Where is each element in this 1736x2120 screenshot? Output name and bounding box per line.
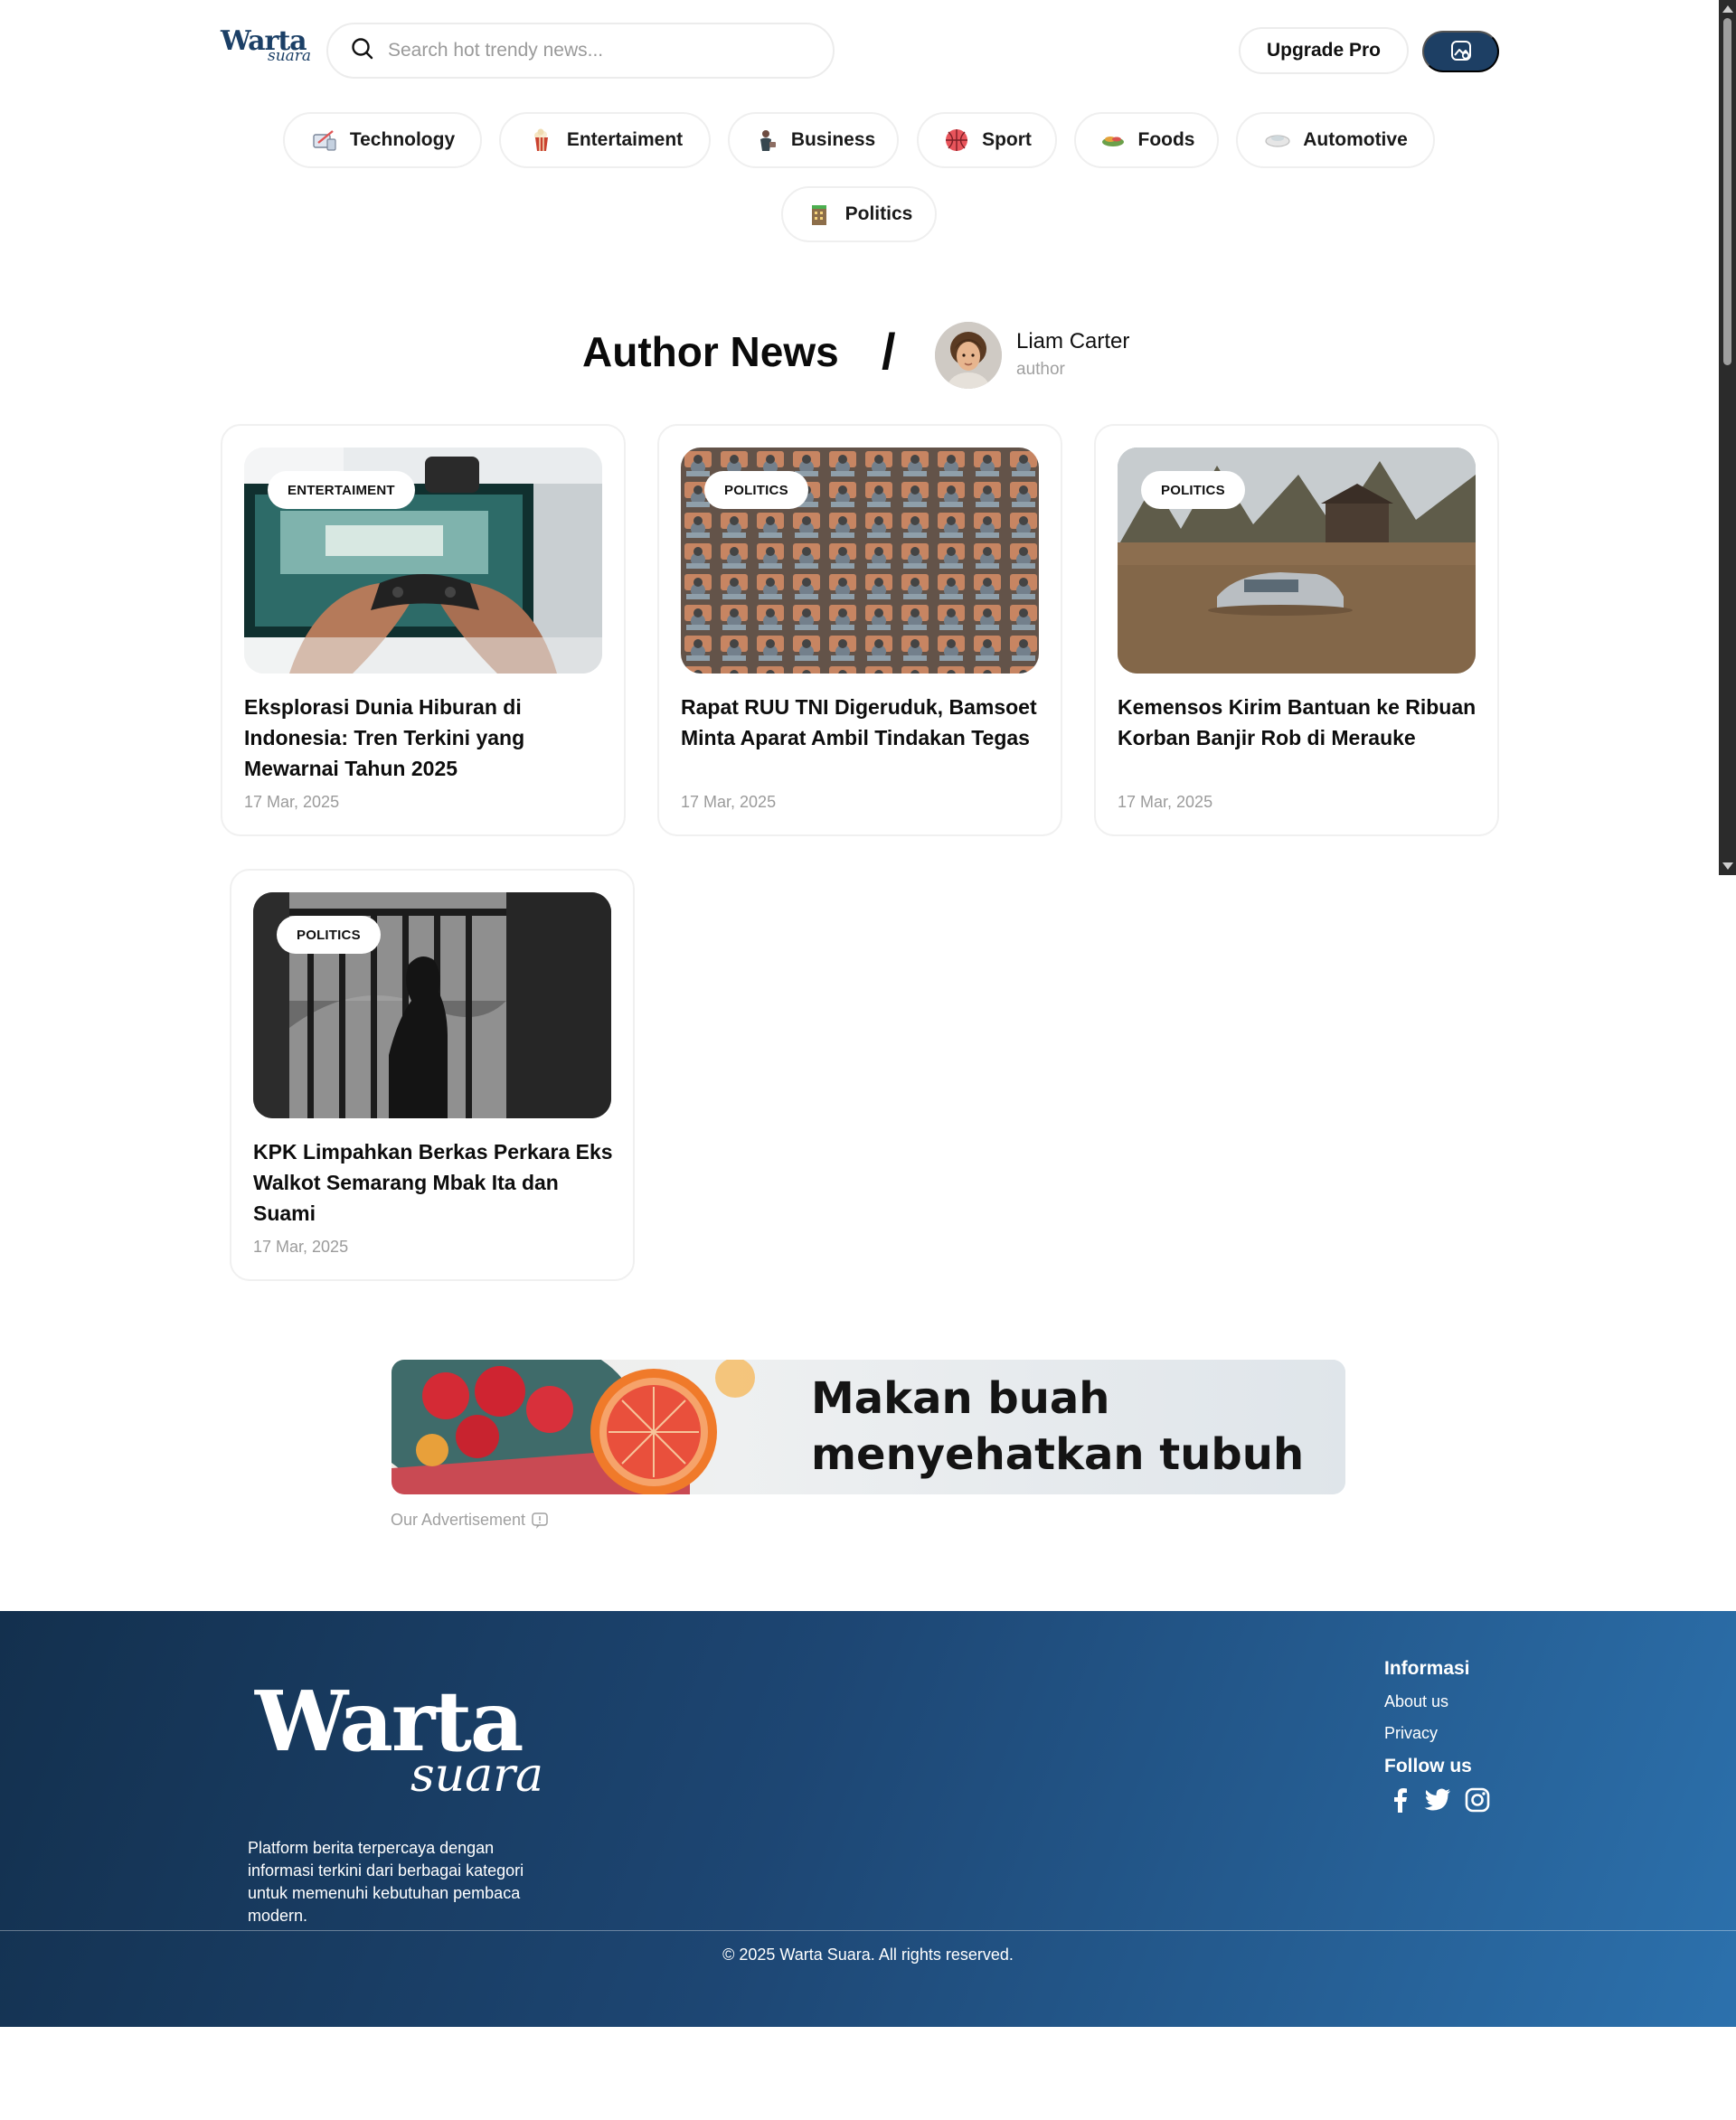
category-label: Automotive [1303, 129, 1408, 150]
author-name[interactable]: Liam Carter [1016, 329, 1129, 354]
copyright-text: © 2025 Warta Suara. All rights reserved. [722, 1946, 1014, 1964]
image-gallery-icon [1449, 39, 1473, 65]
category-sport[interactable]: Sport [917, 112, 1057, 168]
article-card[interactable]: ENTERTAIMENT Eksplorasi Dunia Hiburan di… [221, 424, 626, 836]
ad-headline-line-1: Makan buah [811, 1373, 1110, 1424]
article-date: 17 Mar, 2025 [1118, 793, 1213, 811]
business-icon [751, 126, 780, 155]
article-title[interactable]: KPK Limpahkan Berkas Perkara Eks Walkot … [253, 1136, 615, 1229]
category-label: Politics [844, 203, 913, 224]
scroll-up-arrow-icon[interactable] [1722, 5, 1733, 13]
search-icon [350, 36, 375, 66]
category-technology[interactable]: Technology [283, 112, 482, 168]
category-badge[interactable]: POLITICS [704, 471, 808, 509]
instagram-icon[interactable] [1464, 1786, 1491, 1814]
advertisement-headline: Makan buah menyehatkan tubuh [811, 1371, 1304, 1483]
footer-follow-heading: Follow us [1384, 1756, 1472, 1776]
article-title[interactable]: Eksplorasi Dunia Hiburan di Indonesia: T… [244, 692, 606, 784]
category-label: Business [790, 129, 876, 150]
category-label: Foods [1137, 129, 1195, 150]
logo-subscript: suara [268, 47, 312, 65]
category-foods[interactable]: Foods [1074, 112, 1219, 168]
article-title[interactable]: Rapat RUU TNI Digeruduk, Bamsoet Minta A… [681, 692, 1043, 753]
author-news-heading: Author News [582, 328, 839, 375]
category-business[interactable]: Business [728, 112, 899, 168]
category-badge[interactable]: ENTERTAIMENT [268, 471, 415, 509]
info-icon[interactable] [531, 1512, 549, 1530]
footer-logo[interactable]: Warta suara [255, 1672, 580, 1808]
category-entertaiment[interactable]: Entertaiment [499, 112, 711, 168]
footer-about-link[interactable]: About us [1384, 1692, 1448, 1711]
article-title[interactable]: Kemensos Kirim Bantuan ke Ribuan Korban … [1118, 692, 1479, 753]
basketball-icon [942, 126, 971, 155]
scroll-down-arrow-icon[interactable] [1722, 862, 1733, 870]
technology-icon [310, 126, 339, 155]
gallery-button[interactable] [1422, 31, 1499, 72]
ad-label-text: Our Advertisement [391, 1511, 526, 1529]
article-card[interactable]: POLITICS Rapat RUU TNI Digeruduk, Bamsoe… [657, 424, 1062, 836]
category-badge[interactable]: POLITICS [1141, 471, 1245, 509]
food-icon [1099, 126, 1127, 155]
article-card[interactable]: POLITICS KPK Limpahkan Berkas Perkara Ek… [230, 869, 635, 1281]
author-role: author [1016, 360, 1065, 379]
article-card[interactable]: POLITICS Kemensos Kirim Bantuan ke Ribua… [1094, 424, 1499, 836]
ad-headline-line-2: menyehatkan tubuh [811, 1429, 1305, 1480]
facebook-icon[interactable] [1386, 1786, 1413, 1814]
author-avatar [935, 322, 1002, 389]
category-badge[interactable]: POLITICS [277, 916, 381, 954]
advertisement-label: Our Advertisement [391, 1511, 549, 1530]
search-input[interactable] [388, 40, 804, 61]
scrollbar-thumb[interactable] [1723, 18, 1731, 365]
building-icon [806, 200, 835, 229]
site-logo[interactable]: Warta suara [221, 25, 315, 69]
upgrade-pro-button[interactable]: Upgrade Pro [1239, 27, 1409, 74]
footer-info-heading: Informasi [1384, 1658, 1470, 1679]
twitter-icon[interactable] [1424, 1786, 1451, 1814]
article-date: 17 Mar, 2025 [253, 1238, 349, 1256]
footer-privacy-link[interactable]: Privacy [1384, 1724, 1438, 1743]
category-automotive[interactable]: Automotive [1236, 112, 1435, 168]
article-date: 17 Mar, 2025 [244, 793, 340, 811]
popcorn-icon [527, 126, 556, 155]
footer-logo-subscript: suara [410, 1748, 544, 1803]
site-footer: Warta suara Platform berita terpercaya d… [0, 1611, 1736, 2027]
footer-divider [0, 1930, 1736, 1931]
car-icon [1263, 126, 1292, 155]
category-label: Entertaiment [566, 129, 684, 150]
heading-separator: / [882, 323, 896, 380]
footer-description: Platform berita terpercaya dengan inform… [248, 1839, 524, 1925]
category-label: Technology [349, 129, 456, 150]
page-scrollbar[interactable] [1719, 0, 1736, 875]
article-date: 17 Mar, 2025 [681, 793, 777, 811]
category-politics[interactable]: Politics [781, 186, 937, 242]
category-label: Sport [982, 129, 1032, 150]
search-bar[interactable] [326, 23, 835, 79]
advertisement-banner[interactable]: Makan buah menyehatkan tubuh [392, 1360, 1345, 1494]
